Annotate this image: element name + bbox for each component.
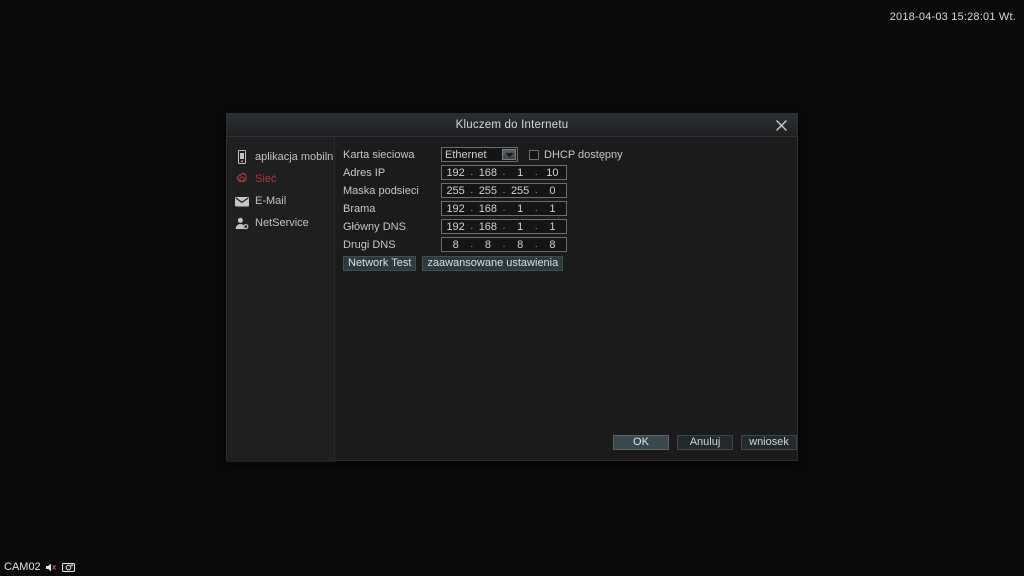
octet-4[interactable]: 8 <box>539 239 566 251</box>
mobile-phone-icon <box>235 150 249 164</box>
advanced-settings-button[interactable]: zaawansowane ustawienia <box>422 256 564 271</box>
sidebar-item-label: E-Mail <box>255 195 287 207</box>
dialog-titlebar: Kluczem do Internetu <box>227 114 797 137</box>
sidebar-item-siec[interactable]: Sieć <box>227 168 334 190</box>
osd-channel-indicator: CAM02 <box>4 561 75 573</box>
osd-channel-label: CAM02 <box>4 561 41 573</box>
sidebar-item-label: Sieć <box>255 173 277 185</box>
octet-4[interactable]: 10 <box>539 167 566 179</box>
octet-1[interactable]: 255 <box>442 185 469 197</box>
form-row-primary-dns: Główny DNS 192 . 168 . 1 . 1 <box>343 218 797 235</box>
sidebar-item-label: aplikacja mobiln <box>255 151 334 163</box>
octet-2[interactable]: 255 <box>474 185 501 197</box>
sidebar-item-netservice[interactable]: NetService <box>227 212 334 234</box>
octet-2[interactable]: 168 <box>474 167 501 179</box>
dhcp-checkbox-box[interactable] <box>529 149 539 160</box>
speaker-mute-icon[interactable] <box>45 561 58 573</box>
envelope-icon <box>235 194 249 208</box>
apply-button[interactable]: wniosek <box>741 435 797 450</box>
snapshot-camera-icon[interactable] <box>61 561 75 573</box>
dialog-sidebar: aplikacja mobiln Sieć E-Mail NetService <box>227 137 335 462</box>
network-settings-dialog: Kluczem do Internetu aplikacja mobiln Si… <box>226 113 798 462</box>
action-buttons-row: Network Test zaawansowane ustawienia <box>343 256 797 271</box>
sidebar-item-aplikacja-mobilna[interactable]: aplikacja mobiln <box>227 146 334 168</box>
subnet-mask-input[interactable]: 255 . 255 . 255 . 0 <box>441 183 567 198</box>
dhcp-checkbox[interactable]: DHCP dostępny <box>529 149 623 161</box>
octet-3[interactable]: 1 <box>507 221 534 233</box>
gateway-input[interactable]: 192 . 168 . 1 . 1 <box>441 201 567 216</box>
form-row-gateway: Brama 192 . 168 . 1 . 1 <box>343 200 797 217</box>
primary-dns-label: Główny DNS <box>343 220 406 233</box>
dhcp-checkbox-label: DHCP dostępny <box>544 148 623 161</box>
octet-3[interactable]: 8 <box>507 239 534 251</box>
ip-address-input[interactable]: 192 . 168 . 1 . 10 <box>441 165 567 180</box>
octet-3[interactable]: 1 <box>507 203 534 215</box>
dialog-body: aplikacja mobiln Sieć E-Mail NetService … <box>227 137 797 462</box>
subnet-mask-label: Maska podsieci <box>343 184 419 197</box>
gear-icon <box>235 172 249 186</box>
octet-1[interactable]: 192 <box>442 221 469 233</box>
secondary-dns-input[interactable]: 8 . 8 . 8 . 8 <box>441 237 567 252</box>
form-row-secondary-dns: Drugi DNS 8 . 8 . 8 . 8 <box>343 236 797 253</box>
dialog-content: Karta sieciowa Ethernet DHCP dostępny Ad… <box>335 137 797 461</box>
octet-1[interactable]: 8 <box>442 239 469 251</box>
form-row-subnet-mask: Maska podsieci 255 . 255 . 255 . 0 <box>343 182 797 199</box>
form-row-adapter: Karta sieciowa Ethernet DHCP dostępny <box>343 146 797 163</box>
octet-1[interactable]: 192 <box>442 203 469 215</box>
octet-4[interactable]: 1 <box>539 203 566 215</box>
octet-3[interactable]: 1 <box>507 167 534 179</box>
cancel-button[interactable]: Anuluj <box>677 435 733 450</box>
user-settings-icon <box>235 216 249 230</box>
sidebar-item-label: NetService <box>255 217 309 229</box>
adapter-select[interactable]: Ethernet <box>441 147 518 162</box>
octet-3[interactable]: 255 <box>507 185 534 197</box>
adapter-label: Karta sieciowa <box>343 148 415 161</box>
ok-button[interactable]: OK <box>613 435 669 450</box>
octet-2[interactable]: 168 <box>474 221 501 233</box>
adapter-select-value: Ethernet <box>445 148 487 161</box>
octet-1[interactable]: 192 <box>442 167 469 179</box>
octet-2[interactable]: 8 <box>474 239 501 251</box>
primary-dns-input[interactable]: 192 . 168 . 1 . 1 <box>441 219 567 234</box>
octet-2[interactable]: 168 <box>474 203 501 215</box>
octet-4[interactable]: 0 <box>539 185 566 197</box>
close-icon[interactable] <box>773 117 789 133</box>
form-row-ip-address: Adres IP 192 . 168 . 1 . 10 <box>343 164 797 181</box>
dialog-title: Kluczem do Internetu <box>455 119 569 131</box>
octet-4[interactable]: 1 <box>539 221 566 233</box>
dvr-desktop-background: 2018-04-03 15:28:01 Wt. CAM02 Kluczem do… <box>0 0 1024 576</box>
dialog-footer: OK Anuluj wniosek <box>613 435 797 450</box>
ip-address-label: Adres IP <box>343 166 386 179</box>
network-test-button[interactable]: Network Test <box>343 256 417 271</box>
secondary-dns-label: Drugi DNS <box>343 238 396 251</box>
chevron-down-icon[interactable] <box>502 149 516 160</box>
gateway-label: Brama <box>343 202 376 215</box>
sidebar-item-e-mail[interactable]: E-Mail <box>227 190 334 212</box>
osd-timestamp: 2018-04-03 15:28:01 Wt. <box>889 11 1016 23</box>
